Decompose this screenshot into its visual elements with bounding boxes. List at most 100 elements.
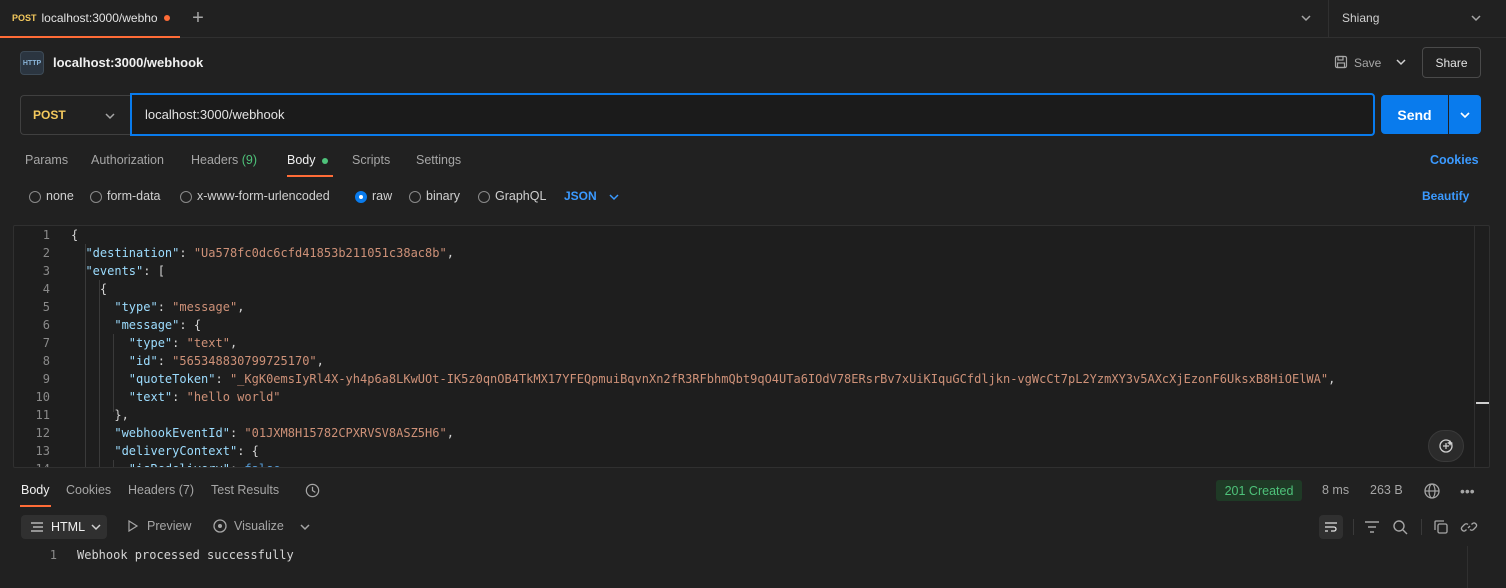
environment-chevron-down-icon[interactable]: [1468, 10, 1484, 26]
visualize-icon[interactable]: [212, 518, 228, 534]
radio-raw[interactable]: [355, 191, 367, 203]
response-tab-headers[interactable]: Headers (7): [128, 483, 194, 497]
new-tab-plus-icon[interactable]: +: [188, 7, 208, 29]
line-number-gutter: 1234567891011121314: [14, 226, 58, 467]
code-line[interactable]: {: [71, 280, 1469, 298]
url-input[interactable]: localhost:3000/webhook: [130, 93, 1375, 136]
radio-binary-label[interactable]: binary: [426, 189, 460, 203]
tab-params[interactable]: Params: [25, 153, 68, 167]
environment-selector-label[interactable]: Shiang: [1342, 11, 1379, 25]
visualize-button[interactable]: Visualize: [234, 519, 284, 533]
language-select[interactable]: JSON: [564, 189, 597, 203]
code-line[interactable]: "id": "565348830799725170",: [71, 352, 1469, 370]
wrap-lines-button[interactable]: [1319, 515, 1343, 539]
radio-form-data-label[interactable]: form-data: [107, 189, 161, 203]
code-line[interactable]: "destination": "Ua578fc0dc6cfd41853b2110…: [71, 244, 1469, 262]
ai-assist-button[interactable]: [1428, 430, 1464, 462]
code-token: :: [230, 462, 244, 467]
code-line[interactable]: "deliveryContext": {: [71, 442, 1469, 460]
response-time[interactable]: 8 ms: [1322, 483, 1349, 497]
radio-urlencoded-label[interactable]: x-www-form-urlencoded: [197, 189, 330, 203]
code-line[interactable]: "quoteToken": "_KgK0emsIyRl4X-yh4p6a8LKw…: [71, 370, 1469, 388]
status-badge[interactable]: 201 Created: [1216, 480, 1302, 501]
code-token: false: [244, 462, 280, 467]
tab-settings[interactable]: Settings: [416, 153, 461, 167]
cookies-link[interactable]: Cookies: [1430, 153, 1479, 167]
save-icon[interactable]: [1334, 55, 1348, 69]
code-line[interactable]: "message": {: [71, 316, 1469, 334]
tab-body[interactable]: Body: [287, 153, 316, 167]
history-icon[interactable]: [304, 482, 321, 499]
request-title[interactable]: localhost:3000/webhook: [53, 55, 203, 70]
visualize-chevron-down-icon[interactable]: [298, 520, 312, 534]
search-icon[interactable]: [1391, 518, 1409, 536]
code-line[interactable]: "type": "message",: [71, 298, 1469, 316]
code-token: :: [172, 336, 187, 350]
code-line[interactable]: {: [71, 226, 1469, 244]
code-token: :: [179, 246, 194, 260]
code-token: : {: [179, 318, 202, 332]
body-indicator-dot: [322, 158, 328, 164]
code-token: "webhookEventId": [114, 426, 230, 440]
globe-icon[interactable]: [1423, 482, 1441, 500]
code-token: "565348830799725170": [172, 354, 317, 368]
beautify-button[interactable]: Beautify: [1422, 189, 1469, 203]
radio-urlencoded[interactable]: [180, 191, 192, 203]
filter-icon[interactable]: [1363, 518, 1381, 536]
tab-scripts[interactable]: Scripts: [352, 153, 390, 167]
radio-form-data[interactable]: [90, 191, 102, 203]
response-body-text[interactable]: Webhook processed successfully: [77, 546, 294, 564]
response-size[interactable]: 263 B: [1370, 483, 1403, 497]
tab-authorization[interactable]: Authorization: [91, 153, 164, 167]
save-button[interactable]: Save: [1354, 56, 1381, 70]
scrollbar-thumb[interactable]: [1476, 402, 1489, 404]
radio-raw-label[interactable]: raw: [372, 189, 392, 203]
radio-none[interactable]: [29, 191, 41, 203]
radio-none-label[interactable]: none: [46, 189, 74, 203]
code-token: ,: [229, 336, 238, 350]
method-value: POST: [33, 108, 66, 122]
code-line[interactable]: "isRedelivery": false: [71, 460, 1469, 467]
response-tab-test-results[interactable]: Test Results: [211, 483, 279, 497]
share-button[interactable]: Share: [1422, 47, 1481, 78]
editor-scrollbar[interactable]: [1474, 226, 1489, 467]
code-token: "message": [114, 318, 180, 332]
tabs-chevron-down-icon[interactable]: [1298, 10, 1314, 26]
line-number: 4: [42, 282, 50, 296]
tab-headers[interactable]: Headers (9): [191, 153, 257, 167]
preview-button[interactable]: Preview: [147, 519, 191, 533]
radio-graphql[interactable]: [478, 191, 490, 203]
radio-binary[interactable]: [409, 191, 421, 203]
code-token: "text": [186, 336, 230, 350]
send-options-button[interactable]: [1449, 95, 1481, 134]
link-icon[interactable]: [1460, 518, 1478, 536]
response-scrollbar[interactable]: [1467, 546, 1468, 588]
active-tab-underline: [287, 175, 333, 177]
radio-graphql-label[interactable]: GraphQL: [495, 189, 546, 203]
response-tab-body[interactable]: Body: [21, 483, 50, 497]
method-select[interactable]: POST: [20, 95, 130, 135]
play-icon[interactable]: [127, 520, 139, 532]
code-line[interactable]: "type": "text",: [71, 334, 1469, 352]
code-line[interactable]: },: [71, 406, 1469, 424]
response-format-select[interactable]: HTML: [21, 515, 107, 539]
code-line[interactable]: "text": "hello world": [71, 388, 1469, 406]
save-options-chevron-down-icon[interactable]: [1394, 55, 1408, 69]
line-number: 10: [35, 390, 50, 404]
line-number: 1: [42, 228, 50, 242]
format-lines-icon: [31, 522, 43, 532]
line-number: 11: [35, 408, 50, 422]
body-code-editor[interactable]: 1234567891011121314 { "destination": "Ua…: [13, 225, 1490, 468]
response-tab-cookies[interactable]: Cookies: [66, 483, 111, 497]
copy-icon[interactable]: [1432, 518, 1450, 536]
request-tab[interactable]: POST localhost:3000/webho: [0, 0, 180, 38]
tab-title: localhost:3000/webho: [41, 11, 158, 25]
code-line[interactable]: "events": [: [71, 262, 1469, 280]
send-button[interactable]: Send: [1381, 95, 1448, 134]
more-options-icon[interactable]: •••: [1460, 482, 1478, 500]
language-chevron-down-icon[interactable]: [607, 190, 621, 204]
code-line[interactable]: "webhookEventId": "01JXM8H15782CPXRVSV8A…: [71, 424, 1469, 442]
code-token: ,: [446, 246, 454, 260]
